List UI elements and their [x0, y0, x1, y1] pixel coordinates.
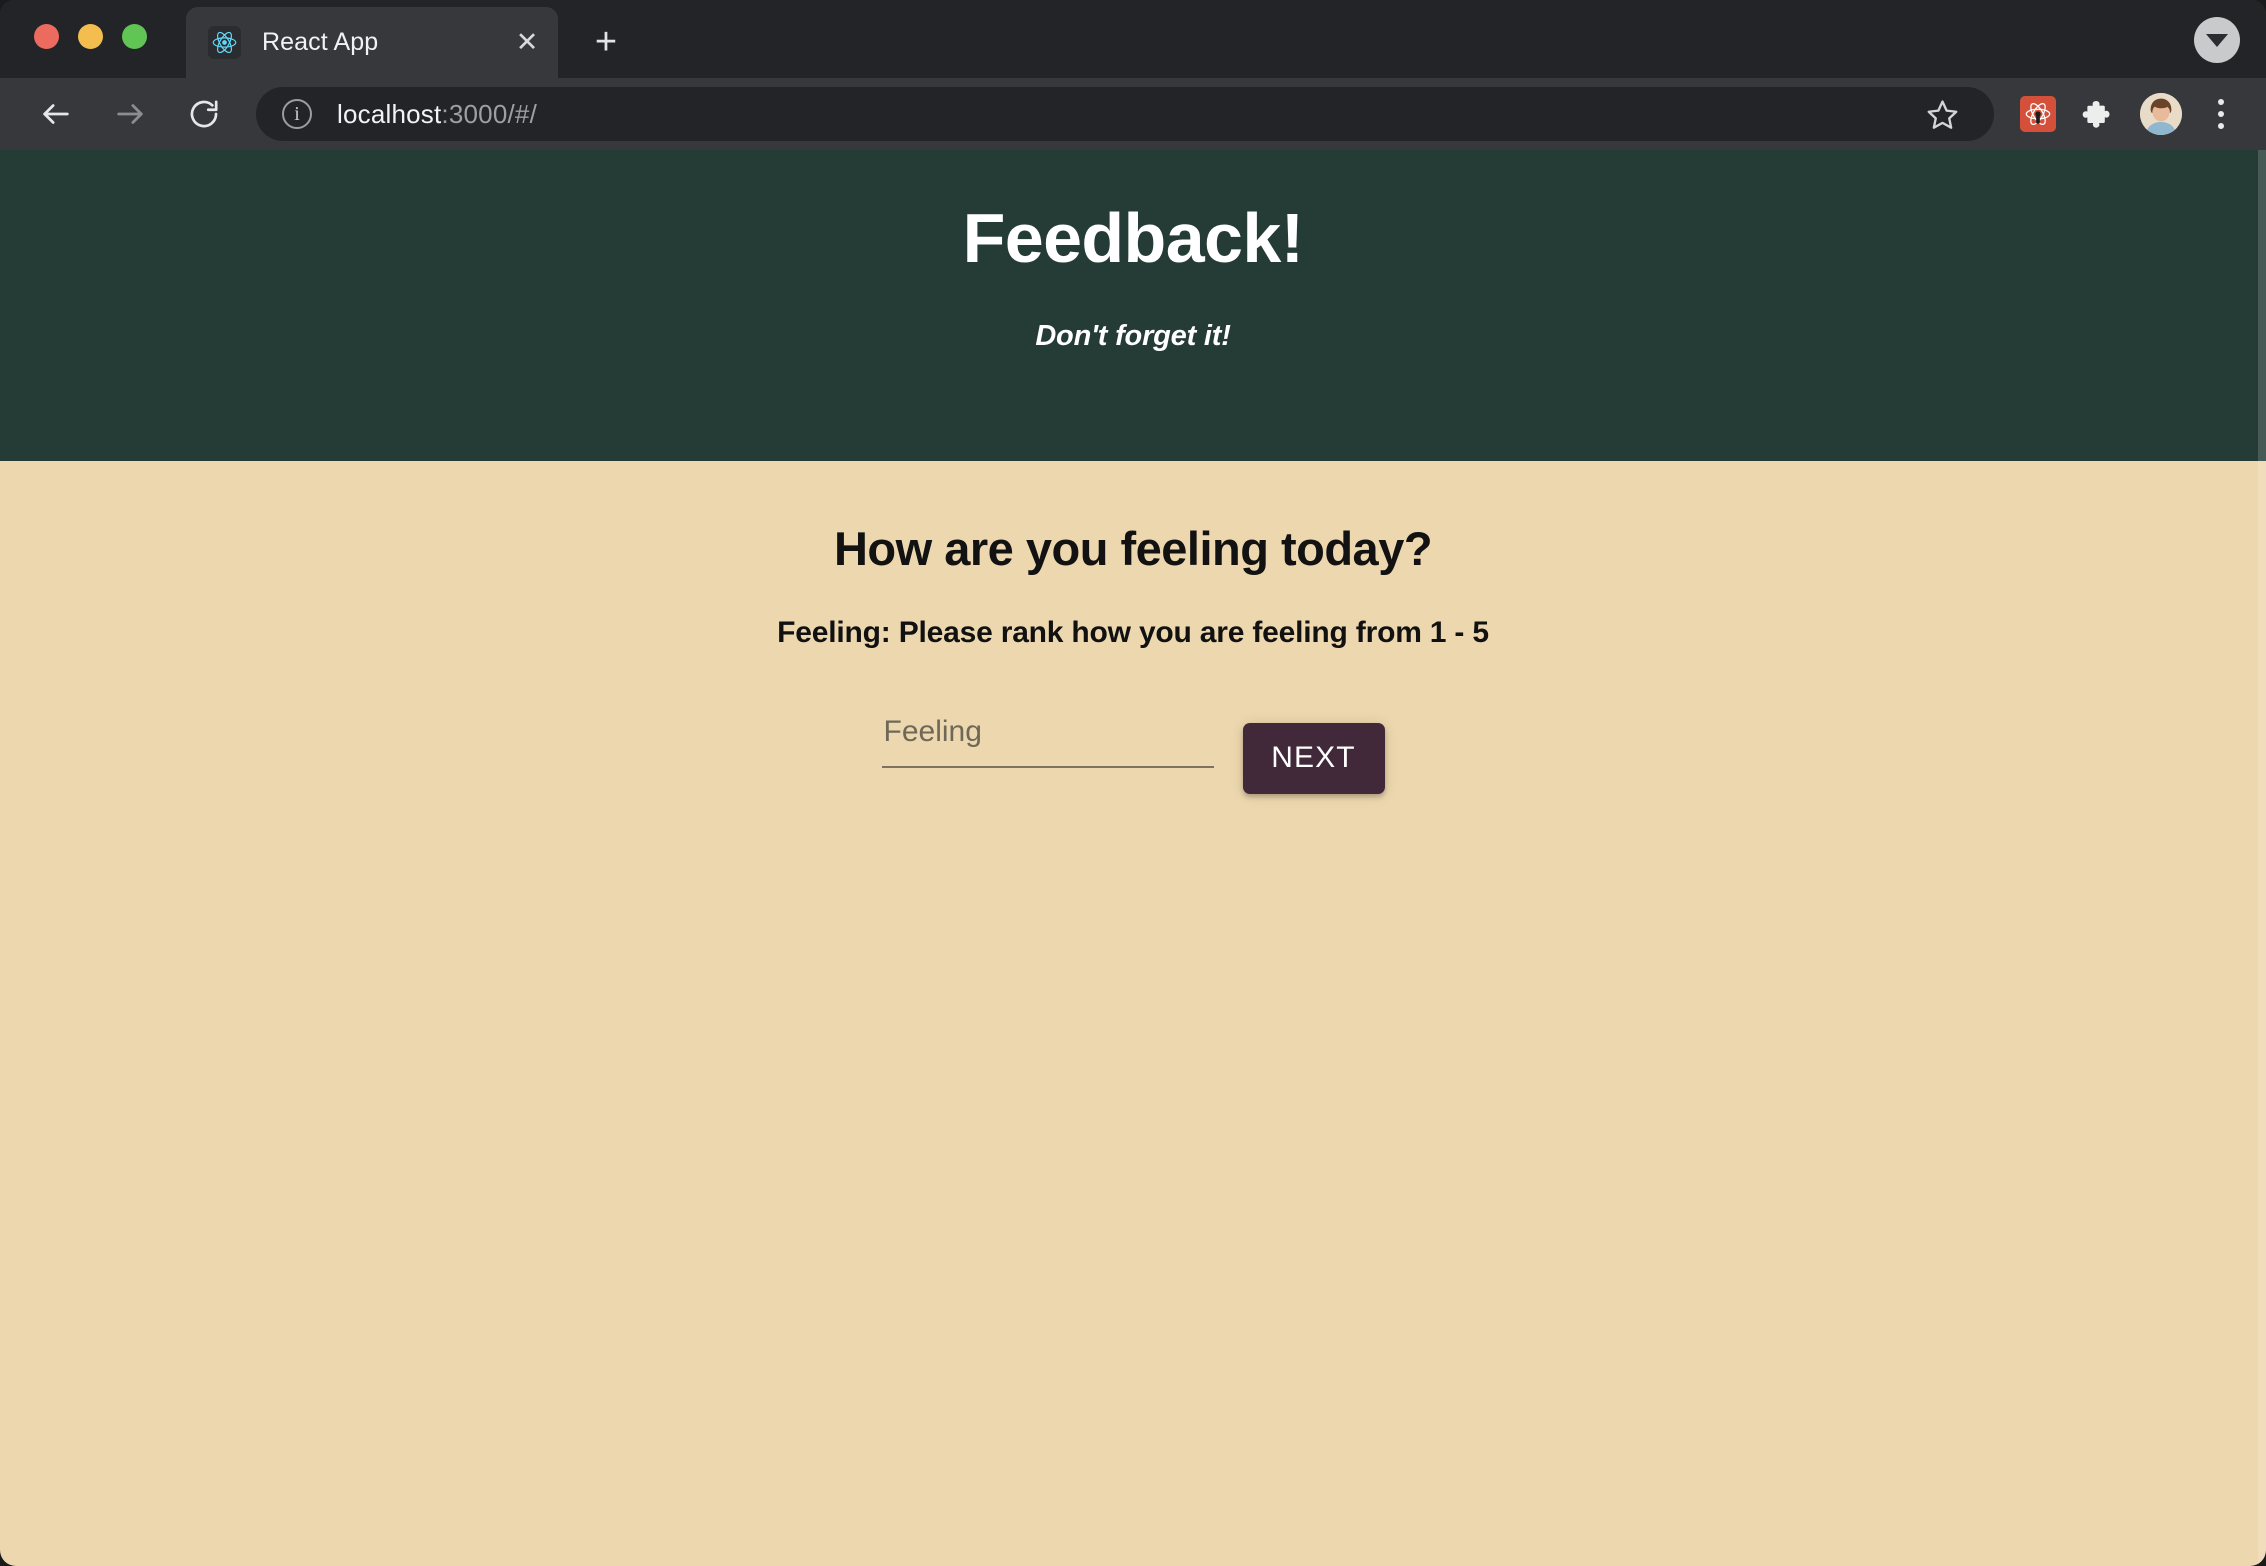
- user-avatar[interactable]: [2140, 93, 2182, 135]
- page-subtitle: Don't forget it!: [1035, 319, 1231, 352]
- page-viewport: Feedback! Don't forget it! How are you f…: [0, 150, 2266, 1566]
- reload-icon[interactable]: [178, 88, 230, 140]
- address-bar-url: localhost:3000/#/: [337, 99, 537, 130]
- react-logo-icon: [208, 26, 241, 59]
- browser-window: React App ✕ + i localhost:3000/#/ Feedba…: [0, 0, 2266, 1566]
- react-devtools-icon[interactable]: [2020, 96, 2056, 132]
- feeling-field-wrapper: [881, 705, 1214, 784]
- page-scrollbar[interactable]: [2258, 150, 2266, 1566]
- tab-strip: React App ✕ +: [0, 0, 2266, 78]
- page-title: Feedback!: [962, 199, 1304, 277]
- feedback-form-section: How are you feeling today? Feeling: Plea…: [0, 461, 2266, 794]
- star-outline-icon[interactable]: [1922, 94, 1962, 134]
- browser-tab-react-app[interactable]: React App ✕: [186, 7, 558, 78]
- new-tab-button[interactable]: +: [586, 22, 626, 62]
- address-bar-url-host: localhost: [337, 98, 442, 129]
- menu-dot: [2218, 123, 2224, 129]
- browser-toolbar: i localhost:3000/#/: [0, 78, 2266, 150]
- menu-dot: [2218, 99, 2224, 105]
- tab-close-icon[interactable]: ✕: [510, 26, 544, 60]
- menu-dot: [2218, 111, 2224, 117]
- extensions-puzzle-icon[interactable]: [2078, 94, 2118, 134]
- next-button[interactable]: NEXT: [1242, 722, 1385, 794]
- toolbar-actions: [2020, 93, 2244, 135]
- arrow-left-icon[interactable]: [30, 88, 82, 140]
- question-heading: How are you feeling today?: [833, 522, 1433, 575]
- question-prompt: Feeling: Please rank how you are feeling…: [777, 615, 1489, 649]
- address-bar[interactable]: i localhost:3000/#/: [256, 87, 1994, 141]
- three-dot-menu-icon[interactable]: [2204, 93, 2238, 135]
- address-bar-url-path: :3000/#/: [441, 98, 537, 129]
- chevron-down-glyph: [2206, 33, 2228, 47]
- window-traffic-lights: [34, 24, 147, 49]
- feeling-form: NEXT: [881, 705, 1385, 794]
- info-circle-icon[interactable]: i: [282, 99, 312, 129]
- chevron-down-icon[interactable]: [2194, 17, 2240, 63]
- arrow-right-icon[interactable]: [104, 88, 156, 140]
- window-minimize-button[interactable]: [78, 24, 103, 49]
- browser-tab-title: React App: [262, 28, 379, 56]
- window-maximize-button[interactable]: [122, 24, 147, 49]
- feeling-input[interactable]: [881, 705, 1214, 768]
- app-header: Feedback! Don't forget it!: [0, 150, 2266, 461]
- window-close-button[interactable]: [34, 24, 59, 49]
